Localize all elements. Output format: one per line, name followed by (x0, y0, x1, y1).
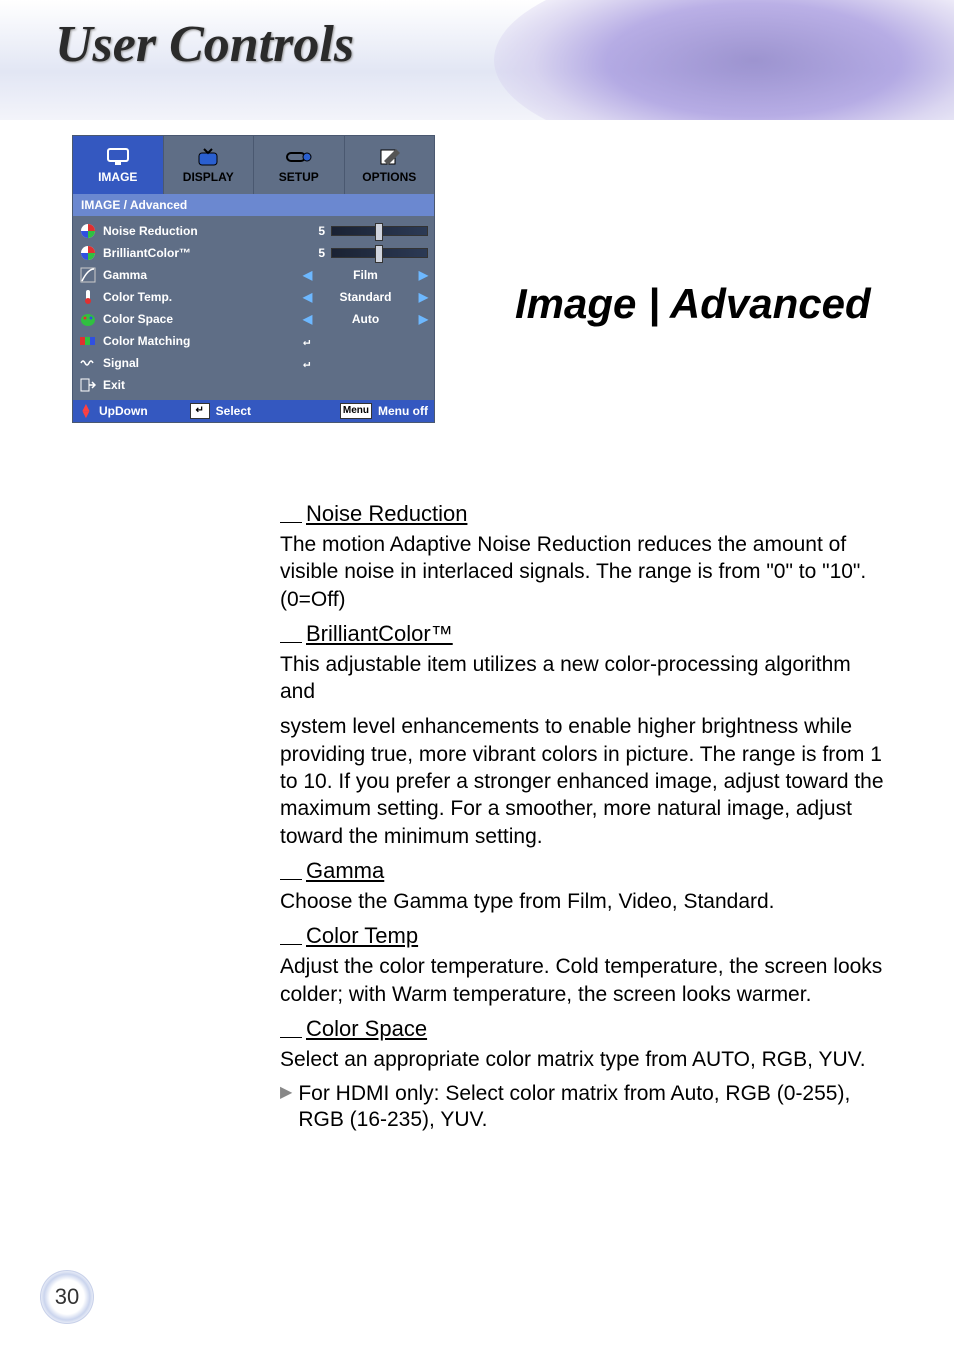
footer-menuoff-label: Menu off (378, 404, 428, 418)
heading-gamma: Gamma (280, 858, 890, 884)
row-color-temp[interactable]: Color Temp. ◀ Standard ▶ (73, 286, 434, 308)
triangle-bullet-icon: ▶ (280, 1083, 292, 1134)
tab-label: IMAGE (98, 170, 137, 184)
osd-tabs: IMAGE DISPLAY SETUP OPTIONS (73, 136, 434, 194)
enter-icon: ↵ (303, 356, 310, 370)
right-arrow-icon[interactable]: ▶ (419, 290, 428, 304)
heading-noise-reduction: Noise Reduction (280, 501, 890, 527)
tab-display[interactable]: DISPLAY (164, 136, 255, 194)
updown-icon: ▲▼ (79, 404, 93, 418)
color-bars-icon (79, 333, 97, 349)
para-gamma: Choose the Gamma type from Film, Video, … (280, 888, 890, 915)
content-body: Noise Reduction The motion Adaptive Nois… (280, 495, 890, 1134)
para-color-space: Select an appropriate color matrix type … (280, 1046, 890, 1073)
right-arrow-icon[interactable]: ▶ (419, 312, 428, 326)
selector[interactable]: ◀ Auto ▶ (303, 312, 428, 326)
footer-updown-label: UpDown (99, 404, 148, 418)
selector[interactable]: ◀ Film ▶ (303, 268, 428, 282)
row-value: 5 (305, 224, 325, 238)
color-wheel-icon (79, 245, 97, 261)
breadcrumb: IMAGE / Advanced (73, 194, 434, 216)
tab-label: SETUP (279, 170, 319, 184)
left-arrow-icon[interactable]: ◀ (303, 290, 312, 304)
monitor-icon (104, 146, 132, 168)
row-label: Gamma (103, 268, 303, 282)
color-wheel-icon (79, 223, 97, 239)
heading-color-temp: Color Temp (280, 923, 890, 949)
row-signal[interactable]: Signal ↵ (73, 352, 434, 374)
slider[interactable] (331, 248, 428, 258)
menu-key-icon: Menu (340, 403, 372, 419)
row-exit[interactable]: Exit (73, 374, 434, 396)
signal-icon (79, 355, 97, 371)
para-brilliant-color-2: system level enhancements to enable high… (280, 713, 890, 849)
tv-icon (194, 146, 222, 168)
heading-brilliant-color: BrilliantColor™ (280, 621, 890, 647)
enter-indicator: ↵ (303, 334, 428, 348)
left-arrow-icon[interactable]: ◀ (303, 312, 312, 326)
pen-paper-icon (375, 146, 403, 168)
row-label: Color Matching (103, 334, 303, 348)
left-arrow-icon[interactable]: ◀ (303, 268, 312, 282)
thermometer-icon (79, 289, 97, 305)
footer-select-label: Select (216, 404, 251, 418)
tab-label: DISPLAY (183, 170, 234, 184)
page-number: 30 (40, 1270, 94, 1324)
row-label: Noise Reduction (103, 224, 305, 238)
row-label: Color Temp. (103, 290, 303, 304)
row-label: Signal (103, 356, 303, 370)
row-noise-reduction[interactable]: Noise Reduction 5 (73, 220, 434, 242)
row-brilliant-color[interactable]: BrilliantColor™ 5 (73, 242, 434, 264)
osd-panel: IMAGE DISPLAY SETUP OPTIONS IMAGE / Adva… (72, 135, 435, 423)
slider[interactable] (331, 226, 428, 236)
exit-icon (79, 377, 97, 393)
palette-icon (79, 311, 97, 327)
banner: User Controls (0, 0, 954, 120)
row-value: 5 (305, 246, 325, 260)
section-heading: Image | Advanced (515, 280, 871, 328)
gamma-icon (79, 267, 97, 283)
tab-options[interactable]: OPTIONS (345, 136, 435, 194)
tab-setup[interactable]: SETUP (254, 136, 345, 194)
enter-key-icon: ↵ (190, 403, 210, 419)
banner-graphic (494, 0, 954, 120)
enter-indicator: ↵ (303, 356, 428, 370)
para-noise-reduction: The motion Adaptive Noise Reduction redu… (280, 531, 890, 613)
para-color-temp: Adjust the color temperature. Cold tempe… (280, 953, 890, 1008)
selector[interactable]: ◀ Standard ▶ (303, 290, 428, 304)
row-gamma[interactable]: Gamma ◀ Film ▶ (73, 264, 434, 286)
selector-value: Standard (316, 290, 415, 304)
sub-bullet-hdmi: ▶ For HDMI only: Select color matrix fro… (280, 1081, 890, 1134)
heading-color-space: Color Space (280, 1016, 890, 1042)
para-brilliant-color-1: This adjustable item utilizes a new colo… (280, 651, 890, 706)
row-label: BrilliantColor™ (103, 246, 305, 260)
selector-value: Film (316, 268, 415, 282)
tab-label: OPTIONS (362, 170, 416, 184)
sub-bullet-text: For HDMI only: Select color matrix from … (298, 1081, 890, 1134)
row-color-space[interactable]: Color Space ◀ Auto ▶ (73, 308, 434, 330)
right-arrow-icon[interactable]: ▶ (419, 268, 428, 282)
selector-value: Auto (316, 312, 415, 326)
page-title: User Controls (55, 15, 354, 74)
osd-footer: ▲▼ UpDown ↵ Select Menu Menu off (73, 400, 434, 422)
enter-icon: ↵ (303, 334, 310, 348)
row-label: Exit (103, 378, 428, 392)
projector-icon (285, 146, 313, 168)
osd-rows: Noise Reduction 5 BrilliantColor™ 5 Gamm… (73, 216, 434, 400)
tab-image[interactable]: IMAGE (73, 136, 164, 194)
row-color-matching[interactable]: Color Matching ↵ (73, 330, 434, 352)
row-label: Color Space (103, 312, 303, 326)
